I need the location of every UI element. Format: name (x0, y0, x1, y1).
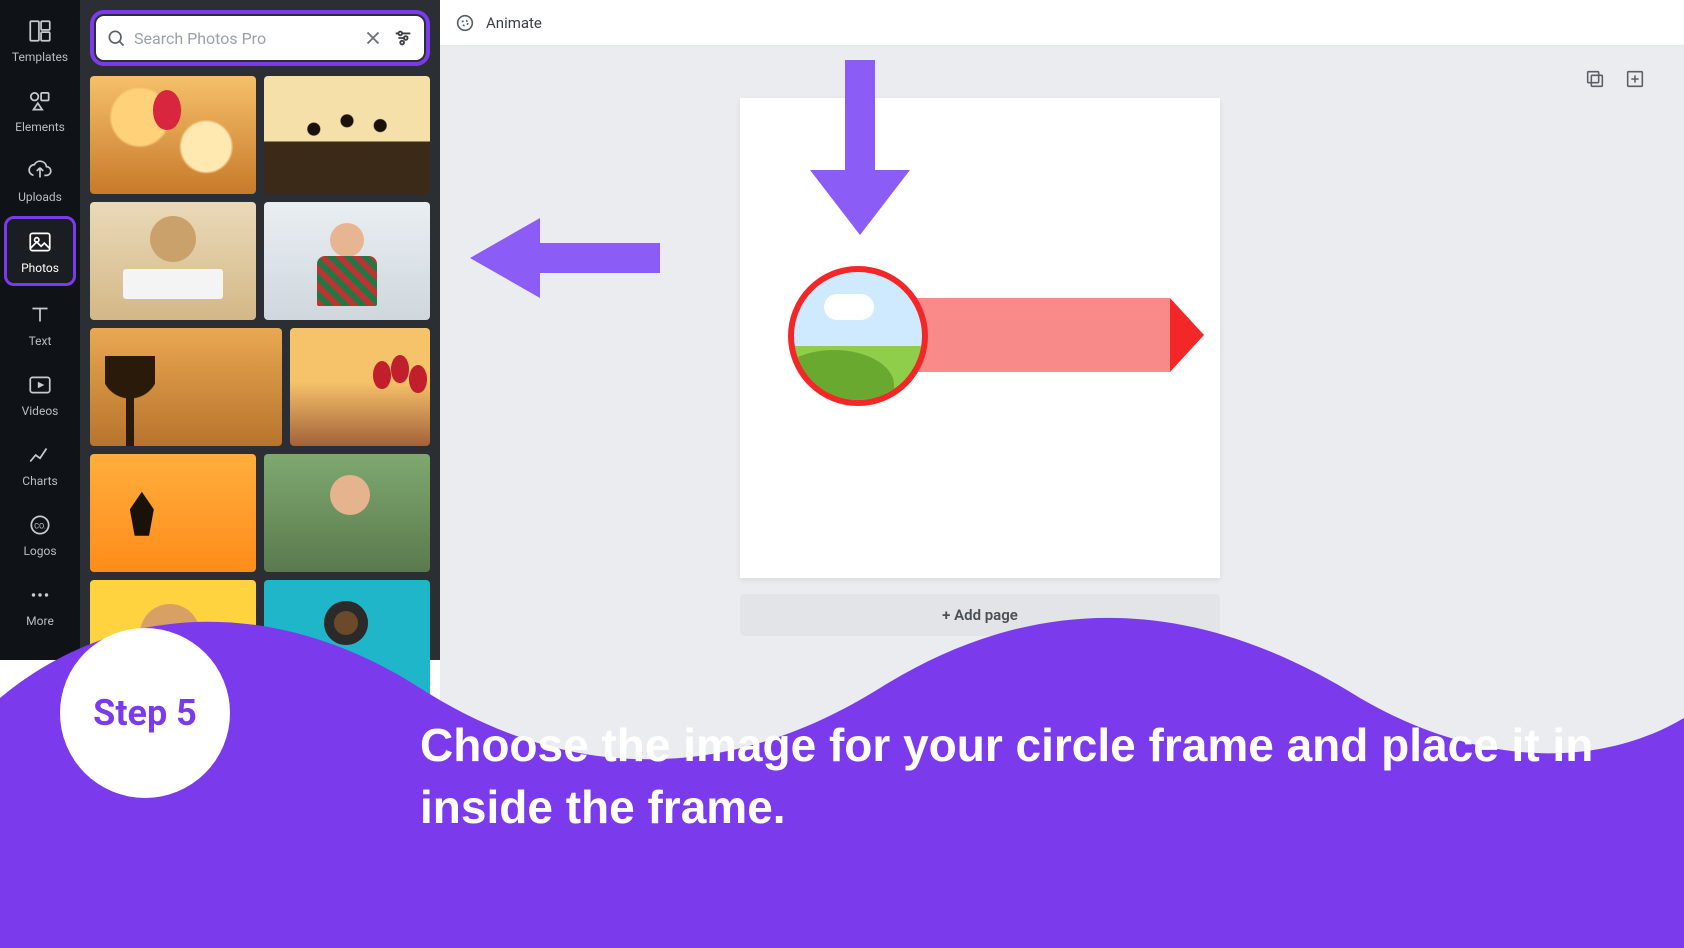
photo-thumb[interactable] (90, 328, 282, 446)
more-icon (27, 582, 53, 608)
filter-icon[interactable] (392, 27, 414, 49)
rail-label: Videos (22, 404, 59, 418)
add-page-icon[interactable] (1624, 68, 1646, 90)
photo-thumb[interactable] (90, 580, 256, 698)
rail-label: More (26, 614, 54, 628)
search-highlight (90, 10, 430, 66)
uploads-icon (27, 158, 53, 184)
rail-label: Templates (12, 50, 68, 64)
annotation-arrow-down (800, 60, 920, 240)
rail-label: Logos (23, 544, 56, 558)
photo-thumb[interactable] (90, 202, 256, 320)
rail-label: Charts (22, 474, 57, 488)
text-icon (27, 302, 53, 328)
canvas-toolbar: Animate (440, 0, 1684, 46)
rail-elements[interactable]: Elements (0, 74, 80, 144)
photo-thumb[interactable] (264, 580, 430, 698)
search-input[interactable] (134, 29, 354, 48)
add-page-button[interactable]: + Add page (740, 594, 1220, 636)
rail-photos[interactable]: Photos (4, 216, 76, 286)
photo-thumb[interactable] (264, 202, 430, 320)
animate-label[interactable]: Animate (486, 14, 542, 32)
rail-logos[interactable]: CO. Logos (0, 498, 80, 568)
rail-more[interactable]: More (0, 568, 80, 638)
photo-thumb[interactable] (264, 76, 430, 194)
rail-label: Uploads (18, 190, 62, 204)
rail-label: Elements (15, 120, 65, 134)
rail-text[interactable]: Text (0, 288, 80, 358)
canvas-area: + Add page (440, 46, 1684, 948)
charts-icon (27, 442, 53, 468)
photo-thumb[interactable] (90, 76, 256, 194)
photo-thumb[interactable] (290, 328, 430, 446)
duplicate-page-icon[interactable] (1584, 68, 1606, 90)
rail-label: Photos (21, 261, 59, 275)
animate-icon[interactable] (454, 12, 476, 34)
logos-icon: CO. (27, 512, 53, 538)
rail-videos[interactable]: Videos (0, 358, 80, 428)
page-controls (1584, 68, 1646, 90)
search-icon (106, 28, 126, 48)
rail-label: Text (29, 334, 52, 348)
photo-thumb[interactable] (90, 454, 256, 572)
clear-icon[interactable] (362, 27, 384, 49)
photo-grid (90, 76, 430, 698)
shape-arrow-bar[interactable] (890, 298, 1170, 372)
annotation-arrow-left (460, 208, 660, 308)
templates-icon (27, 18, 53, 44)
svg-text:CO.: CO. (34, 521, 46, 530)
photos-panel (80, 0, 440, 660)
videos-icon (27, 372, 53, 398)
rail-charts[interactable]: Charts (0, 428, 80, 498)
elements-icon (27, 88, 53, 114)
rail-templates[interactable]: Templates (0, 4, 80, 74)
circle-frame[interactable] (788, 266, 928, 406)
add-page-label: + Add page (942, 606, 1018, 624)
photo-thumb[interactable] (264, 454, 430, 572)
side-rail: Templates Elements Uploads Photos Text V… (0, 0, 80, 660)
shape-arrow-head[interactable] (1170, 298, 1204, 372)
step-badge-label: Step 5 (93, 692, 197, 734)
rail-uploads[interactable]: Uploads (0, 144, 80, 214)
photos-icon (27, 229, 53, 255)
search-bar (96, 16, 424, 60)
